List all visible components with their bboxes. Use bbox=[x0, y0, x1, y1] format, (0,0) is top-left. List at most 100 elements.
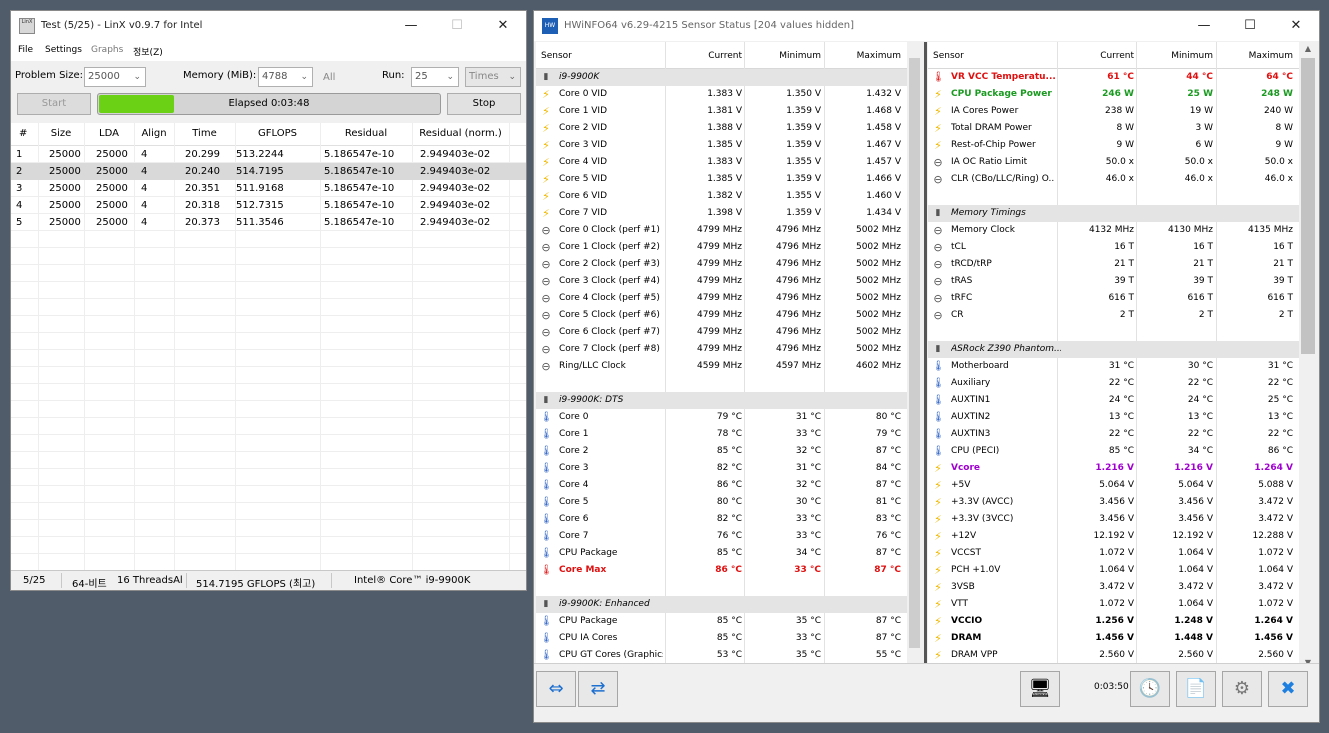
sensor-row[interactable]: ⊖ Core 7 Clock (perf #8) 4799 MHz 4796 MHz 5… bbox=[536, 341, 907, 358]
run-mode-combo[interactable]: Times ⌄ bbox=[465, 67, 521, 87]
scrollbar-left[interactable] bbox=[907, 42, 922, 669]
sensor-row[interactable]: ⚡ VCCIO 1.256 V 1.248 V 1.264 V bbox=[928, 613, 1299, 630]
sensor-group-header[interactable]: ▮ Memory Timings bbox=[928, 205, 1299, 222]
sensor-row[interactable]: 🌡 AUXTIN2 13 °C 13 °C 13 °C bbox=[928, 409, 1299, 426]
timer-button[interactable]: 🕓 bbox=[1130, 671, 1170, 707]
sensor-row[interactable]: 🌡 Core 4 86 °C 32 °C 87 °C bbox=[536, 477, 907, 494]
sensor-row[interactable]: ⚡ PCH +1.0V 1.064 V 1.064 V 1.064 V bbox=[928, 562, 1299, 579]
settings-button[interactable]: ⚙ bbox=[1222, 671, 1262, 707]
nav-prev-button[interactable]: ⇔ bbox=[536, 671, 576, 707]
close-button[interactable]: ✕ bbox=[1273, 11, 1319, 41]
col-maximum[interactable]: Maximum bbox=[1249, 51, 1293, 61]
problem-size-combo[interactable]: 25000 ⌄ bbox=[84, 67, 146, 87]
sensor-row[interactable]: 🌡 CPU Package 85 °C 34 °C 87 °C bbox=[536, 545, 907, 562]
sensor-row[interactable]: ⚡ +3.3V (3VCC) 3.456 V 3.456 V 3.472 V bbox=[928, 511, 1299, 528]
sensor-row[interactable]: 🌡 Core Max 86 °C 33 °C 87 °C bbox=[536, 562, 907, 579]
sensor-row[interactable]: ⚡ +5V 5.064 V 5.064 V 5.088 V bbox=[928, 477, 1299, 494]
sensor-row[interactable]: 🌡 Motherboard 31 °C 30 °C 31 °C bbox=[928, 358, 1299, 375]
network-button[interactable]: 🖥 bbox=[1020, 671, 1060, 707]
nav-next-button[interactable]: ⇄ bbox=[578, 671, 618, 707]
sensor-row[interactable]: ⊖ Memory Clock 4132 MHz 4130 MHz 4135 MHz bbox=[928, 222, 1299, 239]
scrollbar-right[interactable]: ▲ ▼ bbox=[1299, 42, 1317, 669]
sensor-row[interactable]: ⚡ 3VSB 3.472 V 3.472 V 3.472 V bbox=[928, 579, 1299, 596]
sensor-row[interactable]: ⊖ tRFC 616 T 616 T 616 T bbox=[928, 290, 1299, 307]
sensor-row[interactable]: ⚡ Vcore 1.216 V 1.216 V 1.264 V bbox=[928, 460, 1299, 477]
sensor-row[interactable]: ⚡ Core 2 VID 1.388 V 1.359 V 1.458 V bbox=[536, 120, 907, 137]
sensor-row[interactable]: 🌡 Core 2 85 °C 32 °C 87 °C bbox=[536, 443, 907, 460]
col-current[interactable]: Current bbox=[1100, 51, 1134, 61]
sensor-row[interactable]: ⚡ IA Cores Power 238 W 19 W 240 W bbox=[928, 103, 1299, 120]
sensor-row[interactable]: ⊖ Core 4 Clock (perf #5) 4799 MHz 4796 MHz 5… bbox=[536, 290, 907, 307]
start-button[interactable]: Start bbox=[17, 93, 91, 115]
sensor-row[interactable]: ⚡ Total DRAM Power 8 W 3 W 8 W bbox=[928, 120, 1299, 137]
exit-button[interactable]: ✖ bbox=[1268, 671, 1308, 707]
memory-combo[interactable]: 4788 ⌄ bbox=[258, 67, 313, 87]
column-header[interactable]: GFLOPS bbox=[235, 128, 320, 139]
sensor-row[interactable]: 🌡 Core 3 82 °C 31 °C 84 °C bbox=[536, 460, 907, 477]
sensor-row[interactable]: ⊖ Core 2 Clock (perf #3) 4799 MHz 4796 MHz 5… bbox=[536, 256, 907, 273]
col-maximum[interactable]: Maximum bbox=[857, 51, 901, 61]
minimize-button[interactable]: — bbox=[388, 11, 434, 41]
sensor-row[interactable]: ⚡ Core 6 VID 1.382 V 1.355 V 1.460 V bbox=[536, 188, 907, 205]
column-header[interactable]: LDA bbox=[84, 128, 134, 139]
pane-splitter[interactable] bbox=[924, 42, 927, 669]
sensor-row[interactable]: ⚡ Core 1 VID 1.381 V 1.359 V 1.468 V bbox=[536, 103, 907, 120]
sensor-group-header[interactable]: ▮ i9-9900K: DTS bbox=[536, 392, 907, 409]
sensor-row[interactable]: 🌡 AUXTIN1 24 °C 24 °C 25 °C bbox=[928, 392, 1299, 409]
sensor-row[interactable]: 🌡 Core 7 76 °C 33 °C 76 °C bbox=[536, 528, 907, 545]
menu-graphs[interactable]: Graphs bbox=[91, 45, 123, 55]
col-sensor[interactable]: Sensor bbox=[933, 51, 964, 61]
close-button[interactable]: ✕ bbox=[480, 11, 526, 41]
sensor-row[interactable]: ⚡ DRAM VPP 2.560 V 2.560 V 2.560 V bbox=[928, 647, 1299, 664]
sensor-row[interactable]: ⚡ Core 7 VID 1.398 V 1.359 V 1.434 V bbox=[536, 205, 907, 222]
sensor-row[interactable]: ⊖ Ring/LLC Clock 4599 MHz 4597 MHz 4602 MHz bbox=[536, 358, 907, 375]
column-header[interactable]: Align bbox=[134, 128, 174, 139]
sensor-row[interactable]: 🌡 AUXTIN3 22 °C 22 °C 22 °C bbox=[928, 426, 1299, 443]
column-header[interactable]: Size bbox=[38, 128, 84, 139]
sensor-row[interactable]: 🌡 CPU (PECI) 85 °C 34 °C 86 °C bbox=[928, 443, 1299, 460]
sensor-row[interactable]: ⚡ Core 3 VID 1.385 V 1.359 V 1.467 V bbox=[536, 137, 907, 154]
sensor-row[interactable]: 🌡 CPU GT Cores (Graphics) 53 °C 35 °C 55 °C bbox=[536, 647, 907, 664]
column-header[interactable]: Residual bbox=[320, 128, 412, 139]
sensor-row[interactable]: 🌡 Auxiliary 22 °C 22 °C 22 °C bbox=[928, 375, 1299, 392]
sensor-row[interactable]: ⊖ IA OC Ratio Limit 50.0 x 50.0 x 50.0 x bbox=[928, 154, 1299, 171]
column-header[interactable]: Residual (norm.) bbox=[412, 128, 509, 139]
sensor-group-header[interactable]: ▮ i9-9900K bbox=[536, 69, 907, 86]
menu-info[interactable]: 정보(Z) bbox=[133, 45, 163, 58]
sensor-row[interactable]: 🌡 Core 6 82 °C 33 °C 83 °C bbox=[536, 511, 907, 528]
sensor-row[interactable]: 🌡 CPU IA Cores 85 °C 33 °C 87 °C bbox=[536, 630, 907, 647]
sensor-row[interactable]: ⚡ +12V 12.192 V 12.192 V 12.288 V bbox=[928, 528, 1299, 545]
sensor-row[interactable]: ⚡ DRAM 1.456 V 1.448 V 1.456 V bbox=[928, 630, 1299, 647]
sensor-row[interactable]: ⊖ tRCD/tRP 21 T 21 T 21 T bbox=[928, 256, 1299, 273]
sensor-row[interactable]: ⊖ CLR (CBo/LLC/Ring) O... 46.0 x 46.0 x 46.0… bbox=[928, 171, 1299, 188]
sensor-row[interactable]: ⚡ Core 4 VID 1.383 V 1.355 V 1.457 V bbox=[536, 154, 907, 171]
sensor-group-header[interactable]: ▮ ASRock Z390 Phantom... bbox=[928, 341, 1299, 358]
col-minimum[interactable]: Minimum bbox=[779, 51, 821, 61]
menu-settings[interactable]: Settings bbox=[45, 45, 82, 55]
sensor-row[interactable]: 🌡 Core 0 79 °C 31 °C 80 °C bbox=[536, 409, 907, 426]
run-combo[interactable]: 25 ⌄ bbox=[411, 67, 459, 87]
minimize-button[interactable]: — bbox=[1181, 11, 1227, 41]
sensor-row[interactable]: 🌡 Core 5 80 °C 30 °C 81 °C bbox=[536, 494, 907, 511]
sensor-row[interactable]: ⚡ CPU Package Power 246 W 25 W 248 W bbox=[928, 86, 1299, 103]
sensor-row[interactable]: ⚡ +3.3V (AVCC) 3.456 V 3.456 V 3.472 V bbox=[928, 494, 1299, 511]
menu-file[interactable]: File bbox=[18, 45, 33, 55]
sensor-row[interactable]: ⚡ Rest-of-Chip Power 9 W 6 W 9 W bbox=[928, 137, 1299, 154]
scrollbar-thumb[interactable] bbox=[909, 58, 920, 648]
sensor-group-header[interactable]: ▮ i9-9900K: Enhanced bbox=[536, 596, 907, 613]
sensor-row[interactable]: ⊖ Core 1 Clock (perf #2) 4799 MHz 4796 MHz 5… bbox=[536, 239, 907, 256]
col-sensor[interactable]: Sensor bbox=[541, 51, 572, 61]
sensor-row[interactable]: ⊖ Core 5 Clock (perf #6) 4799 MHz 4796 MHz 5… bbox=[536, 307, 907, 324]
sensor-row[interactable]: ⊖ tRAS 39 T 39 T 39 T bbox=[928, 273, 1299, 290]
sensor-row[interactable]: 🌡 VR VCC Temperatu... 61 °C 44 °C 64 °C bbox=[928, 69, 1299, 86]
sensor-row[interactable]: ⊖ Core 3 Clock (perf #4) 4799 MHz 4796 MHz 5… bbox=[536, 273, 907, 290]
sensor-row[interactable]: ⚡ Core 5 VID 1.385 V 1.359 V 1.466 V bbox=[536, 171, 907, 188]
scrollbar-thumb[interactable] bbox=[1301, 58, 1315, 354]
sensor-row[interactable]: ⚡ VCCST 1.072 V 1.064 V 1.072 V bbox=[928, 545, 1299, 562]
sensor-row[interactable]: 🌡 CPU Package 85 °C 35 °C 87 °C bbox=[536, 613, 907, 630]
all-checkbox-label[interactable]: All bbox=[323, 72, 335, 83]
col-current[interactable]: Current bbox=[708, 51, 742, 61]
stop-button[interactable]: Stop bbox=[447, 93, 521, 115]
report-button[interactable]: 📄 bbox=[1176, 671, 1216, 707]
column-header[interactable]: # bbox=[19, 128, 27, 139]
